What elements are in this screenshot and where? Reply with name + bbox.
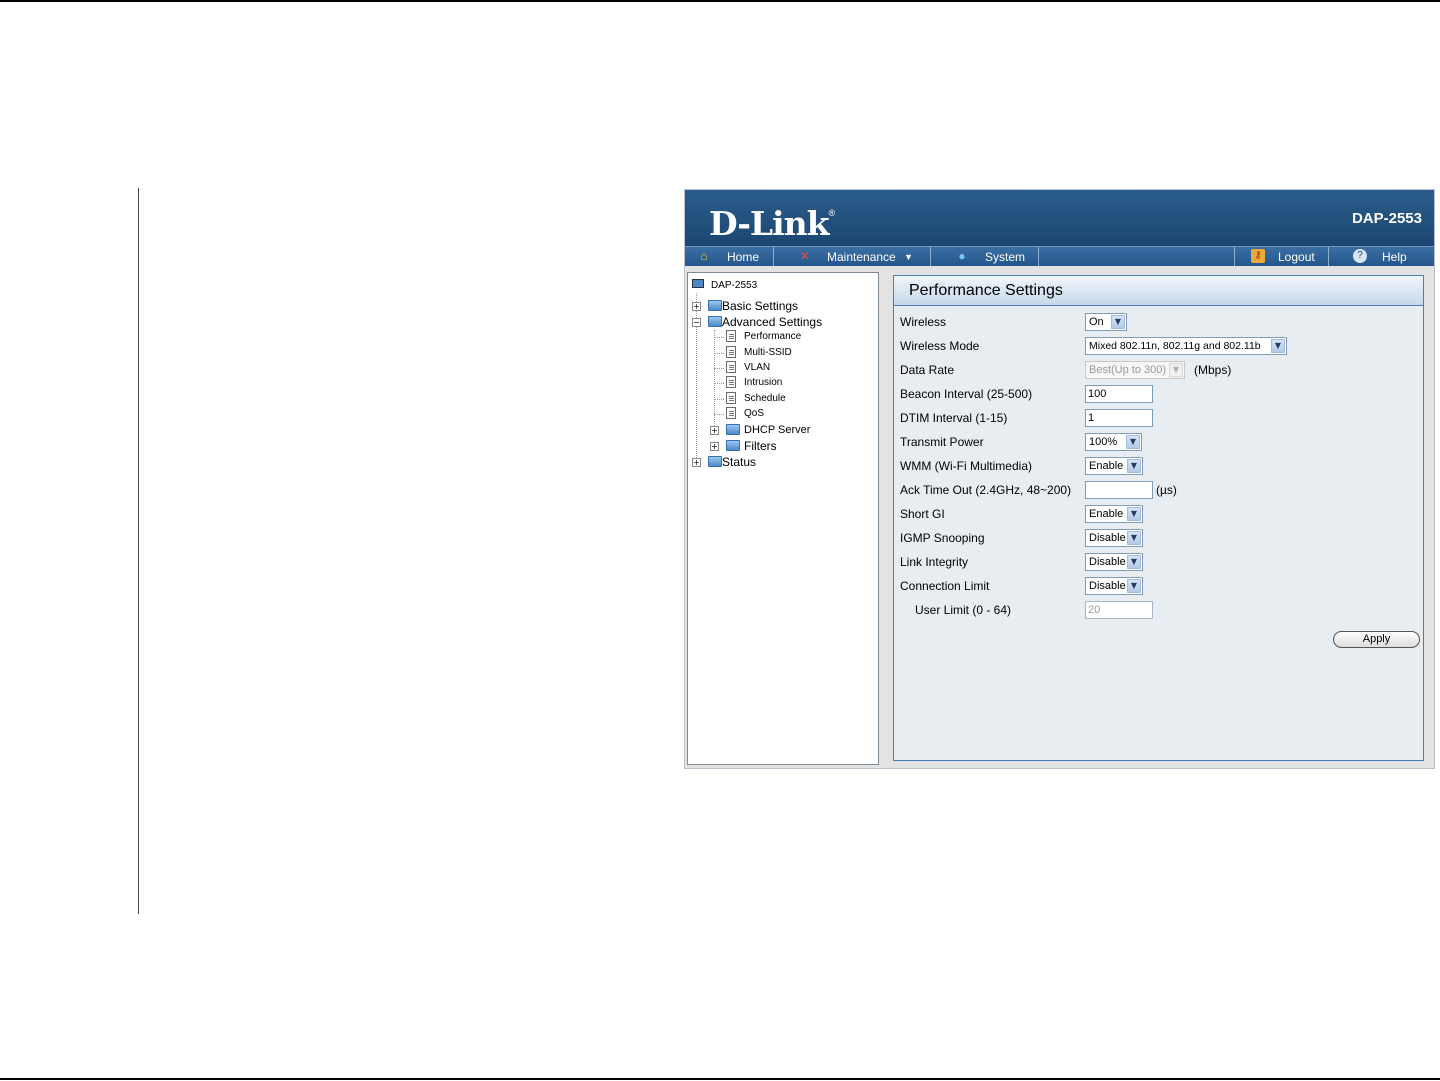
web-ui-screenshot: D-Link® DAP-2553 ⌂ Home ✕ Maintenance ▼ … (684, 189, 1435, 769)
apply-button[interactable]: Apply (1333, 631, 1420, 648)
chevron-down-icon: ▼ (1111, 315, 1125, 329)
transmit-power-select[interactable]: 100% ▼ (1085, 433, 1142, 451)
tree-advanced-settings[interactable]: − Advanced Settings (692, 314, 872, 330)
top-nav: ⌂ Home ✕ Maintenance ▼ ● System ⚷ Logout… (685, 246, 1434, 266)
document-icon (726, 330, 736, 342)
link-integrity-select[interactable]: Disable ▼ (1085, 553, 1143, 571)
page-bottom-rule (0, 1078, 1440, 1080)
tree-filters[interactable]: + Filters (710, 438, 870, 454)
chevron-down-icon: ▼ (1127, 531, 1141, 545)
menu-tree: DAP-2553 + Basic Settings − Advanced Set… (687, 272, 879, 765)
beacon-interval-input[interactable]: 100 (1085, 385, 1153, 403)
row-data-rate: Data Rate Best(Up to 300) ▼ (Mbps) (900, 361, 1232, 379)
chevron-down-icon: ▼ (1126, 435, 1140, 449)
connection-limit-select[interactable]: Disable ▼ (1085, 577, 1143, 595)
settings-panel: Performance Settings Wireless On ▼ Wirel… (893, 275, 1424, 761)
nav-home[interactable]: ⌂ Home (685, 247, 774, 266)
row-wmm: WMM (Wi-Fi Multimedia) Enable ▼ (894, 455, 1423, 477)
document-icon (726, 376, 736, 388)
header-banner: D-Link® DAP-2553 (685, 190, 1434, 246)
tree-item-intrusion[interactable]: Intrusion (714, 375, 864, 391)
expand-icon: + (710, 442, 719, 451)
chevron-down-icon: ▼ (1127, 459, 1141, 473)
dlink-logo: D-Link® (709, 204, 835, 243)
nav-maintenance[interactable]: ✕ Maintenance ▼ (774, 247, 931, 266)
folder-open-icon (708, 316, 722, 327)
chevron-down-icon: ▼ (1271, 339, 1285, 353)
nav-logout[interactable]: ⚷ Logout (1235, 247, 1329, 266)
tree-dhcp-server[interactable]: + DHCP Server (710, 422, 870, 438)
tree-item-performance[interactable]: Performance (714, 329, 864, 345)
home-icon: ⌂ (700, 249, 708, 263)
model-name: DAP-2553 (1351, 210, 1422, 227)
igmp-snooping-select[interactable]: Disable ▼ (1085, 529, 1143, 547)
nav-help[interactable]: ? Help (1329, 247, 1434, 266)
key-icon: ⚷ (1251, 249, 1265, 263)
row-connection-limit: Connection Limit Disable ▼ (894, 575, 1423, 597)
wireless-mode-select[interactable]: Mixed 802.11n, 802.11g and 802.11b ▼ (1085, 337, 1287, 355)
chevron-down-icon: ▼ (1127, 555, 1141, 569)
tree-item-qos[interactable]: QoS (714, 406, 864, 422)
row-link-integrity: Link Integrity Disable ▼ (894, 551, 1423, 573)
data-rate-select[interactable]: Best(Up to 300) ▼ (1085, 361, 1185, 379)
ack-timeout-input[interactable] (1085, 481, 1153, 499)
page-top-rule (0, 0, 1440, 2)
wmm-select[interactable]: Enable ▼ (1085, 457, 1143, 475)
folder-icon (708, 300, 722, 311)
row-wireless: Wireless On ▼ (894, 311, 1423, 333)
expand-icon: + (692, 302, 701, 311)
user-limit-input[interactable]: 20 (1085, 601, 1153, 619)
row-beacon-interval: Beacon Interval (25-500) 100 (894, 383, 1423, 405)
row-dtim-interval: DTIM Interval (1-15) 1 (894, 407, 1423, 429)
nav-system[interactable]: ● System (931, 247, 1039, 266)
chevron-down-icon: ▼ (1127, 579, 1141, 593)
help-icon: ? (1353, 249, 1367, 263)
tree-item-vlan[interactable]: VLAN (714, 360, 864, 376)
row-ack-timeout: Ack Time Out (2.4GHz, 48~200) (µs) (900, 481, 1177, 499)
folder-icon (726, 440, 740, 451)
short-gi-select[interactable]: Enable ▼ (1085, 505, 1143, 523)
folder-icon (726, 424, 740, 435)
chevron-down-icon: ▼ (1127, 507, 1141, 521)
tree-item-schedule[interactable]: Schedule (714, 391, 864, 407)
tree-basic-settings[interactable]: + Basic Settings (692, 298, 872, 314)
row-short-gi: Short GI Enable ▼ (894, 503, 1423, 525)
globe-icon: ● (958, 249, 966, 263)
panel-header: Performance Settings (894, 276, 1423, 306)
tree-status[interactable]: + Status (692, 454, 872, 470)
row-user-limit: User Limit (0 - 64) 20 (894, 599, 1423, 621)
row-transmit-power: Transmit Power 100% ▼ (894, 431, 1423, 453)
document-icon (726, 392, 736, 404)
chevron-down-icon: ▼ (904, 252, 913, 262)
expand-icon: + (692, 458, 701, 467)
tree-item-multi-ssid[interactable]: Multi-SSID (714, 345, 864, 361)
document-icon (726, 361, 736, 373)
margin-rule (138, 188, 139, 914)
wireless-select[interactable]: On ▼ (1085, 313, 1127, 331)
nav-spacer (1039, 247, 1235, 266)
chevron-down-icon: ▼ (1169, 363, 1183, 377)
row-wireless-mode: Wireless Mode Mixed 802.11n, 802.11g and… (894, 335, 1423, 357)
document-icon (726, 346, 736, 358)
dtim-interval-input[interactable]: 1 (1085, 409, 1153, 427)
row-igmp-snooping: IGMP Snooping Disable ▼ (894, 527, 1423, 549)
document-icon (726, 407, 736, 419)
tools-icon: ✕ (799, 249, 811, 263)
computer-icon (692, 279, 704, 288)
folder-icon (708, 456, 722, 467)
page-title: Performance Settings (909, 282, 1063, 299)
collapse-icon: − (692, 318, 701, 327)
expand-icon: + (710, 426, 719, 435)
